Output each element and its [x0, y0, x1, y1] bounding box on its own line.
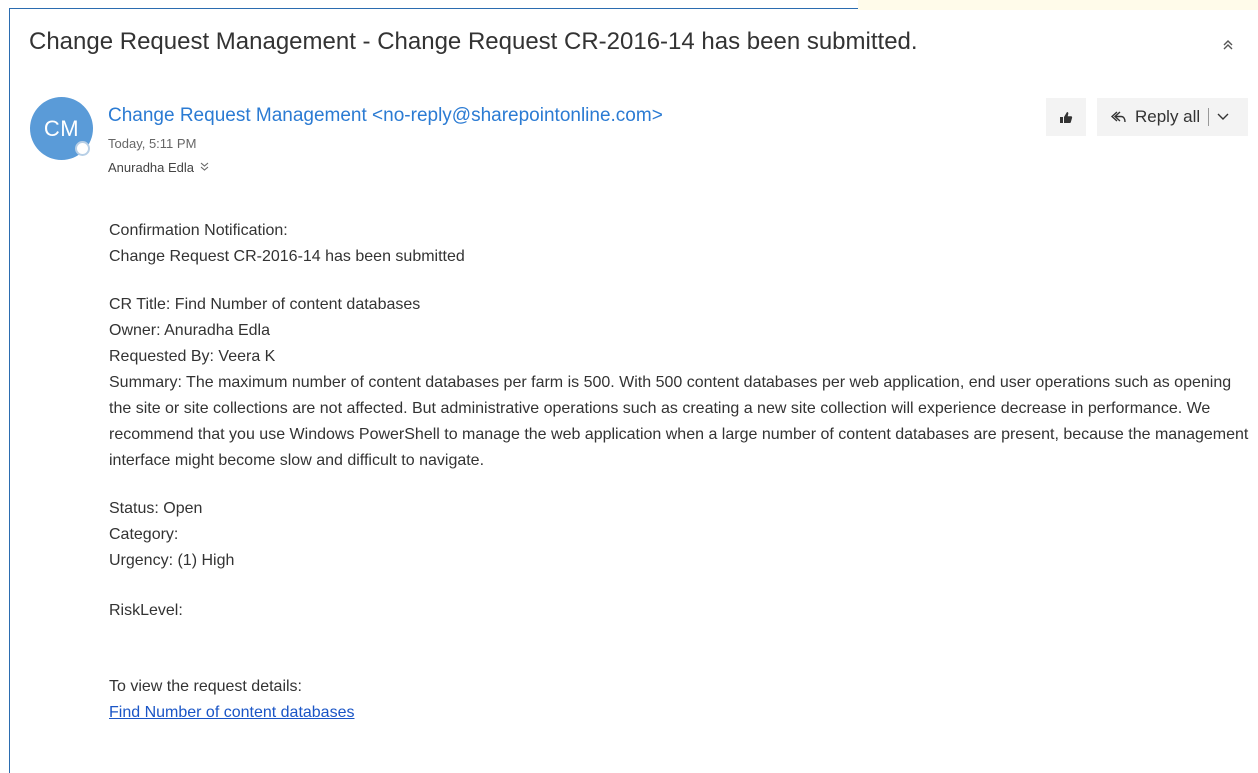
reply-all-button[interactable]: Reply all	[1097, 98, 1248, 136]
body-risk-level: RiskLevel:	[109, 602, 183, 619]
body-view-details-label: To view the request details:	[109, 678, 302, 695]
collapse-header-button[interactable]	[1218, 35, 1238, 55]
reply-all-label: Reply all	[1135, 107, 1201, 126]
recipient-name[interactable]: Anuradha Edla	[108, 160, 194, 175]
body-submitted-line: Change Request CR-2016-14 has been submi…	[109, 248, 465, 265]
body-summary: Summary: The maximum number of content d…	[109, 374, 1249, 469]
like-icon	[1060, 112, 1073, 123]
request-details-link[interactable]: Find Number of content databases	[109, 704, 354, 721]
reply-divider	[1208, 108, 1210, 126]
email-subject: Change Request Management - Change Reque…	[29, 28, 918, 55]
chevron-down-icon[interactable]	[1215, 109, 1231, 125]
body-category: Category:	[109, 526, 179, 543]
body-owner: Owner: Anuradha Edla	[109, 322, 270, 339]
reading-pane-top-border	[9, 8, 858, 9]
recipient-line: Anuradha Edla	[108, 160, 209, 175]
reply-all-icon	[1109, 108, 1127, 126]
body-requested-by: Requested By: Veera K	[109, 348, 276, 365]
presence-status-icon	[75, 141, 90, 156]
sent-timestamp: Today, 5:11 PM	[108, 136, 197, 151]
email-body: Confirmation Notification: Change Reques…	[109, 218, 1249, 726]
reading-pane-left-border	[9, 8, 10, 773]
body-confirmation-heading: Confirmation Notification:	[109, 222, 288, 239]
double-chevron-up-icon	[1223, 40, 1233, 50]
top-accent-strip	[858, 0, 1258, 10]
expand-recipients-icon[interactable]	[200, 162, 209, 174]
sender-name[interactable]: Change Request Management <no-reply@shar…	[108, 105, 663, 127]
like-button[interactable]	[1046, 98, 1086, 136]
body-urgency: Urgency: (1) High	[109, 552, 235, 569]
body-status: Status: Open	[109, 500, 203, 517]
body-cr-title: CR Title: Find Number of content databas…	[109, 296, 421, 313]
